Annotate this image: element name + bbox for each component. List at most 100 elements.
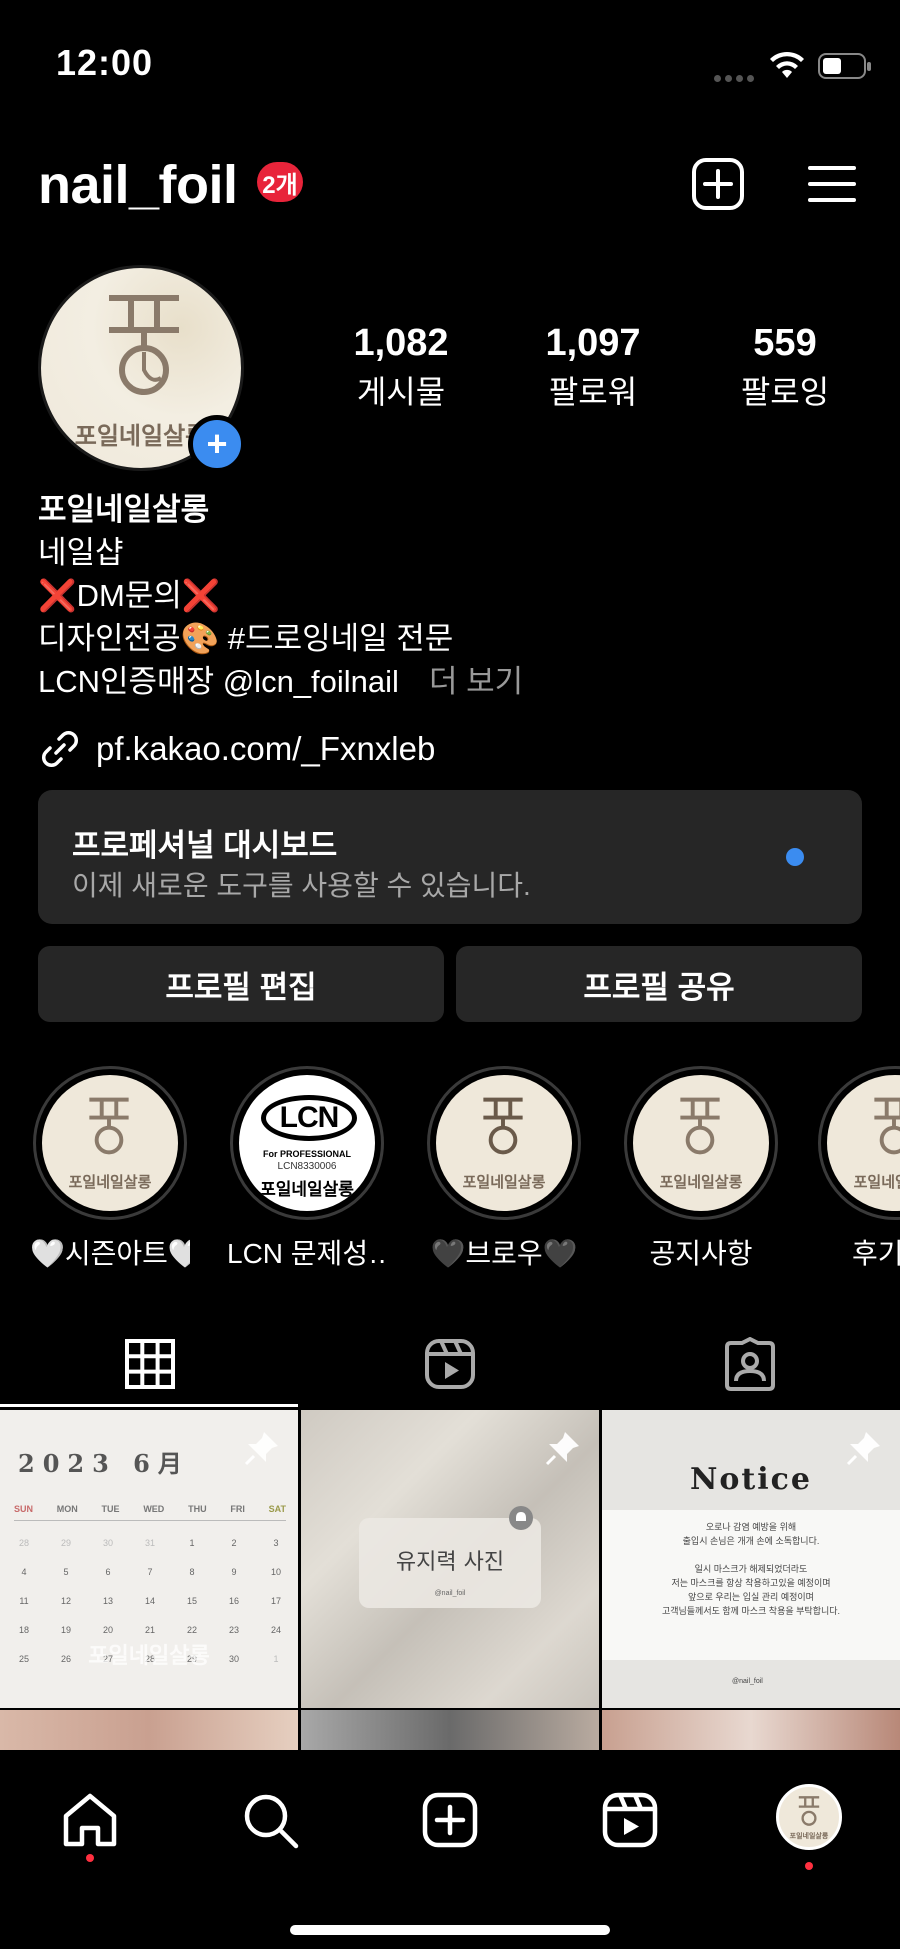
notice-line: 저는 마스크를 항상 착용하고있을 예정이며	[671, 1578, 831, 1588]
highlight-ring: 포일네일살롱	[818, 1066, 900, 1220]
bio-more-link[interactable]: 더 보기	[429, 664, 523, 699]
following-count[interactable]: 559 팔로잉	[705, 322, 865, 413]
bio-line: 네일샵	[38, 535, 124, 570]
weekday: MON	[56, 1504, 78, 1514]
highlight-ring: 포일네일살롱	[33, 1066, 187, 1220]
notice-line: 일시 마스크가 해제되었더라도	[694, 1564, 808, 1574]
edit-profile-button[interactable]: 프로필 편집	[38, 946, 444, 1022]
highlight-item[interactable]: 포일네일살롱 후기	[818, 1066, 900, 1272]
salon-logo-icon	[874, 1097, 900, 1155]
weekday: THU	[188, 1504, 207, 1514]
stat-value: 1,082	[353, 322, 449, 364]
highlight-cover-text: 포일네일살롱	[260, 1180, 354, 1199]
highlight-item[interactable]: 포일네일살롱 🤍시즌아트🤍	[30, 1066, 190, 1272]
post-thumbnail[interactable]	[301, 1710, 599, 1755]
notice-handle: @nail_foil	[732, 1678, 763, 1685]
salon-logo-icon	[109, 295, 179, 395]
weekday: SUN	[14, 1504, 34, 1514]
highlight-label: 공지사항	[649, 1238, 753, 1269]
calendar-day: 5	[63, 1567, 69, 1577]
profile-header: nail_foil 2개	[0, 140, 900, 230]
calendar-day: 2	[231, 1538, 237, 1548]
tab-grid[interactable]	[0, 1320, 300, 1408]
link-text[interactable]: pf.kakao.com/_Fxnxleb	[96, 730, 435, 768]
calendar-week: 4 5 6 7 8 9 10	[14, 1567, 286, 1596]
notice-line: 출입시 손님은 개개 손에 소독합니다.	[682, 1536, 820, 1546]
paper-card-handle: @nail_foil	[434, 1590, 466, 1597]
notice-line: 오로나 감염 예방을 위해	[705, 1522, 797, 1532]
calendar-day: 14	[144, 1596, 155, 1606]
calendar-day: 16	[228, 1596, 239, 1606]
weekday: TUE	[101, 1504, 120, 1514]
search-icon[interactable]	[238, 1788, 302, 1852]
create-post-icon[interactable]	[688, 154, 748, 214]
tagged-icon	[725, 1337, 775, 1391]
tab-reels[interactable]	[300, 1320, 600, 1408]
highlight-label: 🤍시즌아트🤍	[30, 1238, 190, 1269]
menu-icon[interactable]	[802, 154, 862, 214]
calendar-day: 4	[21, 1567, 27, 1577]
professional-dashboard[interactable]: 프로페셔널 대시보드 이제 새로운 도구를 사용할 수 있습니다.	[38, 790, 862, 924]
weekday: SAT	[268, 1504, 286, 1514]
highlight-ring: LCN For PROFESSIONAL LCN8330006 포일네일살롱	[230, 1066, 384, 1220]
calendar-day: 6	[105, 1567, 111, 1577]
followers-count[interactable]: 1,097 팔로워	[513, 322, 673, 413]
post-thumbnail[interactable]	[0, 1710, 298, 1755]
paper-card-title: 유지력 사진	[395, 1550, 505, 1575]
home-icon[interactable]	[58, 1788, 122, 1852]
bio-line: ❌DM문의❌	[38, 578, 221, 613]
notification-badge[interactable]: 2개	[257, 162, 303, 202]
calendar-day: 10	[270, 1567, 281, 1577]
post-thumbnail[interactable]: 유지력 사진 @nail_foil	[301, 1410, 599, 1708]
bio-line[interactable]: 디자인전공🎨 #드로잉네일 전문	[38, 617, 858, 660]
highlight-item[interactable]: LCN For PROFESSIONAL LCN8330006 포일네일살롱 L…	[227, 1066, 387, 1272]
calendar-title: 2023 6月	[18, 1449, 190, 1478]
add-story-button[interactable]: +	[188, 415, 246, 473]
calendar-day: 9	[231, 1567, 237, 1577]
grid-icon	[125, 1339, 175, 1389]
posts-count[interactable]: 1,082 게시물	[321, 322, 481, 413]
calendar-watermark: 포일네일살롱	[88, 1643, 210, 1668]
calendar-day: 31	[144, 1538, 155, 1548]
pin-icon	[846, 1432, 880, 1466]
highlight-cover: 포일네일살롱	[42, 1075, 178, 1211]
profile-link[interactable]: pf.kakao.com/_Fxnxleb	[38, 728, 435, 770]
home-indicator	[290, 1925, 610, 1935]
reels-icon	[425, 1339, 475, 1389]
signal-icon	[714, 69, 758, 87]
post-thumbnail[interactable]	[602, 1710, 900, 1755]
highlight-label: 🖤브로우🖤	[430, 1238, 578, 1269]
calendar-day: 8	[189, 1567, 195, 1577]
tab-tagged[interactable]	[600, 1320, 900, 1408]
bio-line[interactable]: LCN인증매장 @lcn_foilnail	[38, 664, 399, 699]
share-profile-button[interactable]: 프로필 공유	[456, 946, 862, 1022]
calendar-day: 15	[186, 1596, 197, 1606]
active-tab-indicator	[0, 1404, 298, 1407]
profile-name: 포일네일살롱	[38, 492, 210, 527]
profile-avatar[interactable]: 포일네일살롱 +	[38, 265, 248, 475]
post-thumbnail[interactable]: 2023 6月 SUN MON TUE WED THU FRI SAT 28 29…	[0, 1410, 298, 1708]
profile-tab-avatar[interactable]: 포일네일살롱	[776, 1784, 842, 1850]
highlight-cover: 포일네일살롱	[827, 1075, 900, 1211]
salon-logo-icon	[798, 1796, 820, 1826]
weekday: FRI	[230, 1504, 245, 1514]
weekday: WED	[143, 1504, 165, 1514]
status-time: 12:00	[56, 42, 154, 83]
highlight-cover-text: 포일네일살롱	[853, 1174, 900, 1191]
calendar-day: 11	[19, 1596, 29, 1606]
highlight-cover-text: 포일네일살롱	[659, 1174, 743, 1191]
create-icon[interactable]	[418, 1788, 482, 1852]
profile-bio: 포일네일살롱 네일샵 ❌DM문의❌ 디자인전공🎨 #드로잉네일 전문 LCN인증…	[38, 488, 858, 703]
home-notification-dot	[86, 1854, 94, 1862]
status-bar: 12:00	[0, 0, 900, 120]
dashboard-title: 프로페셔널 대시보드	[72, 828, 338, 863]
highlight-label: LCN 문제성…	[227, 1238, 387, 1269]
account-switcher[interactable]: nail_foil	[38, 154, 238, 216]
reels-icon[interactable]	[598, 1788, 662, 1852]
calendar-week: 11 12 13 14 15 16 17	[14, 1596, 286, 1625]
calendar-day: 3	[273, 1538, 279, 1548]
notice-line: 고객님들께서도 함께 마스크 착용을 부탁합니다.	[661, 1606, 841, 1616]
highlight-item[interactable]: 포일네일살롱 공지사항	[621, 1066, 781, 1272]
post-thumbnail[interactable]: Notice 오로나 감염 예방을 위해 출입시 손님은 개개 손에 소독합니다…	[602, 1410, 900, 1708]
highlight-item[interactable]: 포일네일살롱 🖤브로우🖤	[424, 1066, 584, 1272]
